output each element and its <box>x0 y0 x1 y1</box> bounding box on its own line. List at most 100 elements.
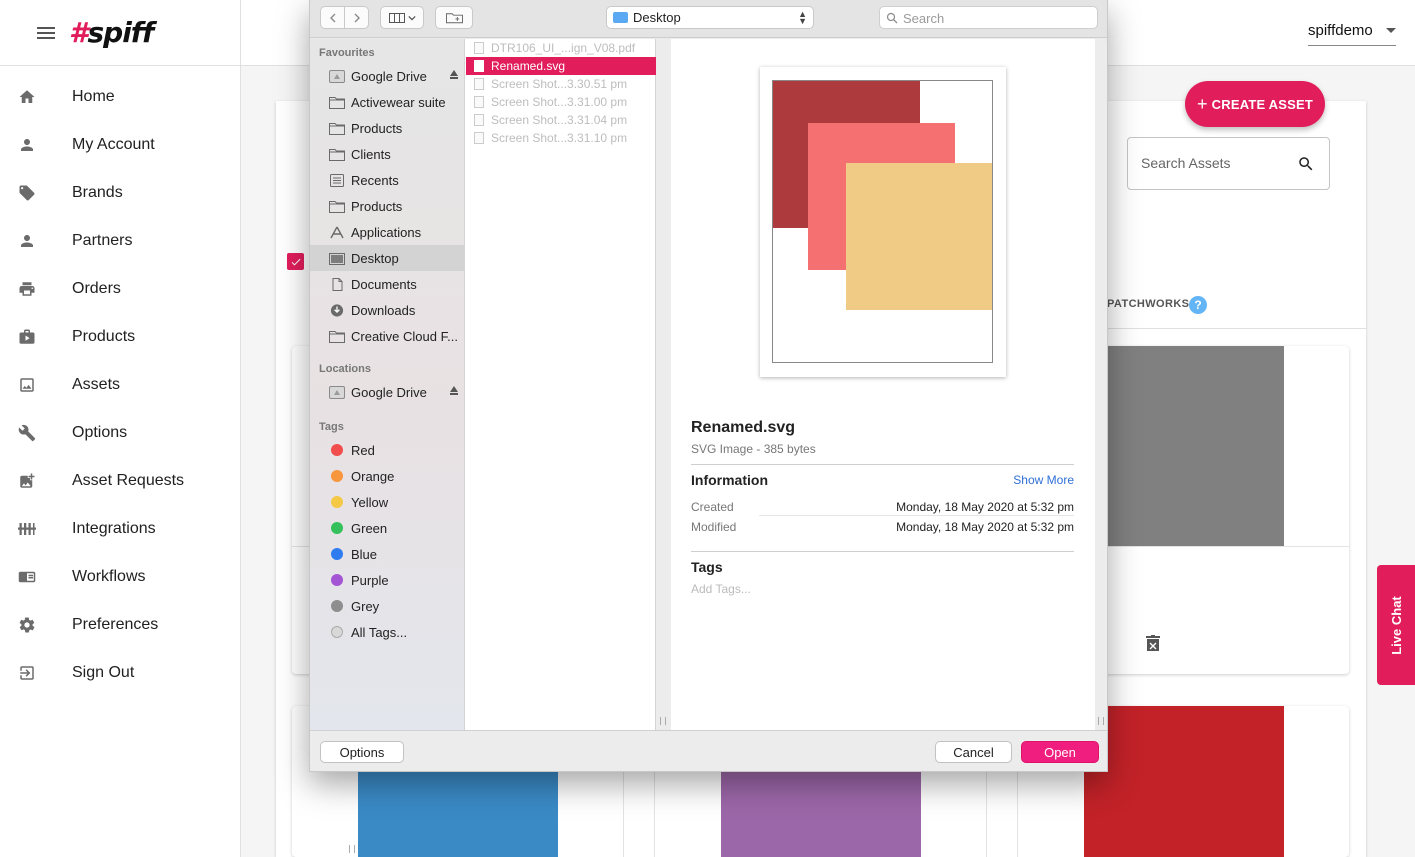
logo-hash: # <box>69 16 89 49</box>
spiff-logo[interactable]: #spiff <box>69 16 154 49</box>
nav-item-orders[interactable]: Orders <box>0 265 240 313</box>
created-label: Created <box>691 500 734 514</box>
eject-icon[interactable] <box>450 70 458 79</box>
new-folder-button[interactable] <box>435 6 473 29</box>
nav-item-brands[interactable]: Brands <box>0 169 240 217</box>
app-sidebar: #spiff Home My Account Brands Partners O… <box>0 0 241 857</box>
tag-item-red[interactable]: Red <box>310 437 464 463</box>
create-asset-label: CREATE ASSET <box>1211 96 1314 112</box>
tags-heading: Tags <box>319 421 344 433</box>
sidebar-item-label: Creative Cloud F... <box>351 328 458 344</box>
file-name: Renamed.svg <box>491 59 566 73</box>
tag-label: Green <box>351 520 388 536</box>
asset-swatch[interactable] <box>1108 346 1284 546</box>
location-popup[interactable]: Desktop ▲ ▼ <box>606 6 814 29</box>
file-item[interactable]: Renamed.svg <box>466 57 656 75</box>
sidebar-item-clients[interactable]: Clients <box>310 141 464 167</box>
tag-item-all-tags[interactable]: All Tags... <box>310 619 464 645</box>
menu-icon[interactable] <box>37 26 55 39</box>
nav-item-workflows[interactable]: Workflows <box>0 553 240 601</box>
view-mode-button[interactable] <box>380 6 424 29</box>
tab-patchworks[interactable]: PATCHWORKS <box>1107 298 1189 310</box>
search-assets <box>1127 137 1330 190</box>
eject-icon[interactable] <box>450 386 458 395</box>
nav-item-integrations[interactable]: Integrations <box>0 505 240 553</box>
asset-swatch[interactable] <box>358 771 558 857</box>
back-button[interactable] <box>320 6 345 29</box>
wrench-icon <box>17 423 37 443</box>
tag-color-dot <box>331 522 343 534</box>
nav-item-options[interactable]: Options <box>0 409 240 457</box>
tag-item-blue[interactable]: Blue <box>310 541 464 567</box>
options-button[interactable]: Options <box>320 741 404 763</box>
nav-item-assets[interactable]: Assets <box>0 361 240 409</box>
sidebar-item-google-drive[interactable]: Google Drive <box>310 63 464 89</box>
sidebar-item-desktop[interactable]: Desktop <box>310 245 464 271</box>
plus-icon: + <box>1196 93 1208 114</box>
add-tags-field[interactable]: Add Tags... <box>691 582 751 596</box>
sidebar-item-label: Documents <box>351 276 417 292</box>
file-item[interactable]: Screen Shot...3.31.04 pm <box>466 111 656 129</box>
search-assets-input[interactable] <box>1141 155 1291 171</box>
asset-swatch[interactable] <box>721 771 921 857</box>
tag-color-dot <box>331 444 343 456</box>
create-asset-button[interactable]: + CREATE ASSET <box>1185 81 1325 127</box>
preview-file-kind: SVG Image - 385 bytes <box>691 442 816 456</box>
dialog-search-input[interactable] <box>903 11 1083 26</box>
show-more-link[interactable]: Show More <box>1013 473 1074 487</box>
user-select[interactable]: spiffdemo <box>1308 16 1396 46</box>
live-chat-button[interactable]: Live Chat <box>1377 565 1415 685</box>
sidebar-item-label: Products <box>351 120 403 136</box>
sidebar-item-activewear-suite[interactable]: Activewear suite <box>310 89 464 115</box>
open-button[interactable]: Open <box>1021 741 1099 763</box>
nav-item-preferences[interactable]: Preferences <box>0 601 240 649</box>
nav-item-products[interactable]: Products <box>0 313 240 361</box>
sidebar-item-creative-cloud-f[interactable]: Creative Cloud F... <box>310 323 464 349</box>
file-item[interactable]: Screen Shot...3.31.10 pm <box>466 129 656 147</box>
select-all-checkbox[interactable] <box>287 253 304 270</box>
sidebar-item-products[interactable]: Products <box>310 115 464 141</box>
preview-thumbnail <box>760 67 1006 377</box>
home-icon <box>17 87 37 107</box>
help-icon[interactable]: ? <box>1189 296 1207 314</box>
nav-item-partners[interactable]: Partners <box>0 217 240 265</box>
nav-item-home[interactable]: Home <box>0 73 240 121</box>
printer-icon <box>17 279 37 299</box>
nav-label: Home <box>72 88 115 105</box>
forward-button[interactable] <box>344 6 369 29</box>
tags-section-heading: Tags <box>691 559 723 575</box>
asset-swatch[interactable] <box>1084 706 1284 857</box>
folder-icon <box>329 122 345 135</box>
documents-icon <box>332 277 343 291</box>
nav-item-sign-out[interactable]: Sign Out <box>0 649 240 697</box>
file-name: Screen Shot...3.31.04 pm <box>491 113 628 127</box>
tag-item-grey[interactable]: Grey <box>310 593 464 619</box>
sidebar-item-products[interactable]: Products <box>310 193 464 219</box>
cancel-button[interactable]: Cancel <box>935 741 1012 763</box>
column-resize-handle[interactable] <box>660 717 666 725</box>
search-icon[interactable] <box>1297 155 1315 173</box>
sidebar-item-label: Downloads <box>351 302 416 318</box>
file-icon <box>474 114 484 126</box>
trash-icon[interactable] <box>1146 635 1160 652</box>
nav-item-my-account[interactable]: My Account <box>0 121 240 169</box>
column-resize-handle[interactable] <box>1098 717 1104 725</box>
tag-item-green[interactable]: Green <box>310 515 464 541</box>
tag-item-orange[interactable]: Orange <box>310 463 464 489</box>
logo-text: spiff <box>87 16 154 49</box>
tag-item-yellow[interactable]: Yellow <box>310 489 464 515</box>
applications-icon <box>330 226 344 238</box>
location-item-google-drive[interactable]: Google Drive <box>310 379 464 405</box>
file-item[interactable]: Screen Shot...3.30.51 pm <box>466 75 656 93</box>
file-item[interactable]: DTR106_UI_...ign_V08.pdf <box>466 39 656 57</box>
sidebar-item-documents[interactable]: Documents <box>310 271 464 297</box>
sidebar-item-recents[interactable]: Recents <box>310 167 464 193</box>
file-open-dialog: Desktop ▲▼ Favourites Google Drive Active… <box>309 0 1108 853</box>
sidebar-item-downloads[interactable]: Downloads <box>310 297 464 323</box>
file-item[interactable]: Screen Shot...3.31.00 pm <box>466 93 656 111</box>
file-name: Screen Shot...3.31.00 pm <box>491 95 628 109</box>
gear-icon <box>17 615 37 635</box>
nav-item-asset-requests[interactable]: Asset Requests <box>0 457 240 505</box>
sidebar-item-applications[interactable]: Applications <box>310 219 464 245</box>
tag-item-purple[interactable]: Purple <box>310 567 464 593</box>
